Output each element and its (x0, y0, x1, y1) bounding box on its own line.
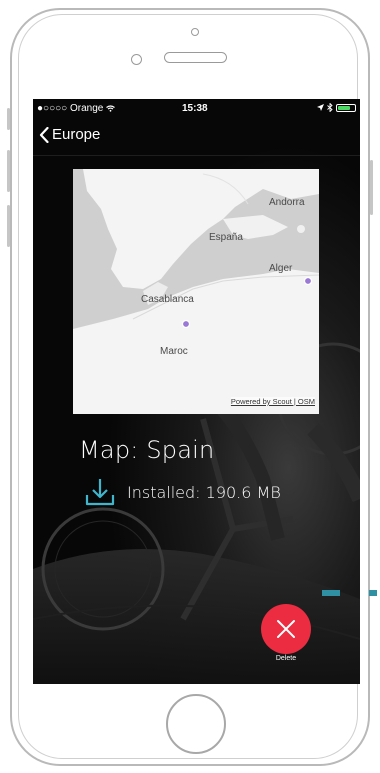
home-button[interactable] (166, 694, 226, 754)
bluetooth-icon (327, 103, 333, 112)
back-button-label: Europe (52, 126, 101, 143)
wifi-icon (106, 105, 115, 112)
power-button (370, 160, 373, 215)
carrier-signal: ●○○○○ Orange (37, 103, 115, 114)
map-label-maroc: Maroc (160, 346, 188, 357)
map-title: Map: Spain (79, 436, 215, 464)
proximity-sensor (131, 54, 142, 65)
delete-label: Delete (275, 655, 297, 662)
cyan-mark-right (369, 590, 377, 596)
volume-up-button (7, 150, 10, 192)
status-right (317, 103, 356, 112)
front-camera (191, 28, 199, 36)
navigation-bar: Europe (33, 119, 360, 156)
location-arrow-icon (317, 104, 324, 111)
chevron-left-icon (39, 126, 49, 143)
map-thumbnail: Andorra España Alger Casablanca Maroc Po… (73, 169, 319, 414)
battery-icon (336, 103, 356, 112)
earpiece-speaker (164, 52, 227, 63)
carrier-name: Orange (69, 103, 104, 114)
map-label-alger: Alger (269, 263, 293, 274)
delete-button[interactable] (261, 604, 311, 654)
app-screen: ●○○○○ Orange 15:38 Europe Andorra España… (33, 99, 360, 684)
cyan-mark-left (322, 590, 340, 596)
volume-down-button (7, 205, 10, 247)
back-button[interactable]: Europe (39, 126, 100, 143)
map-attribution[interactable]: Powered by Scout | OSM (230, 397, 315, 406)
map-label-casablanca: Casablanca (141, 294, 194, 305)
status-bar: ●○○○○ Orange 15:38 (33, 99, 360, 117)
status-time: 15:38 (182, 103, 208, 114)
installed-status: Installed: 190.6 MB (85, 477, 281, 507)
map-label-andorra: Andorra (269, 197, 305, 208)
close-icon (277, 620, 295, 638)
installed-size: Installed: 190.6 MB (127, 482, 281, 502)
download-icon (85, 479, 115, 506)
mute-switch (7, 108, 10, 130)
map-label-espana: España (209, 232, 243, 243)
